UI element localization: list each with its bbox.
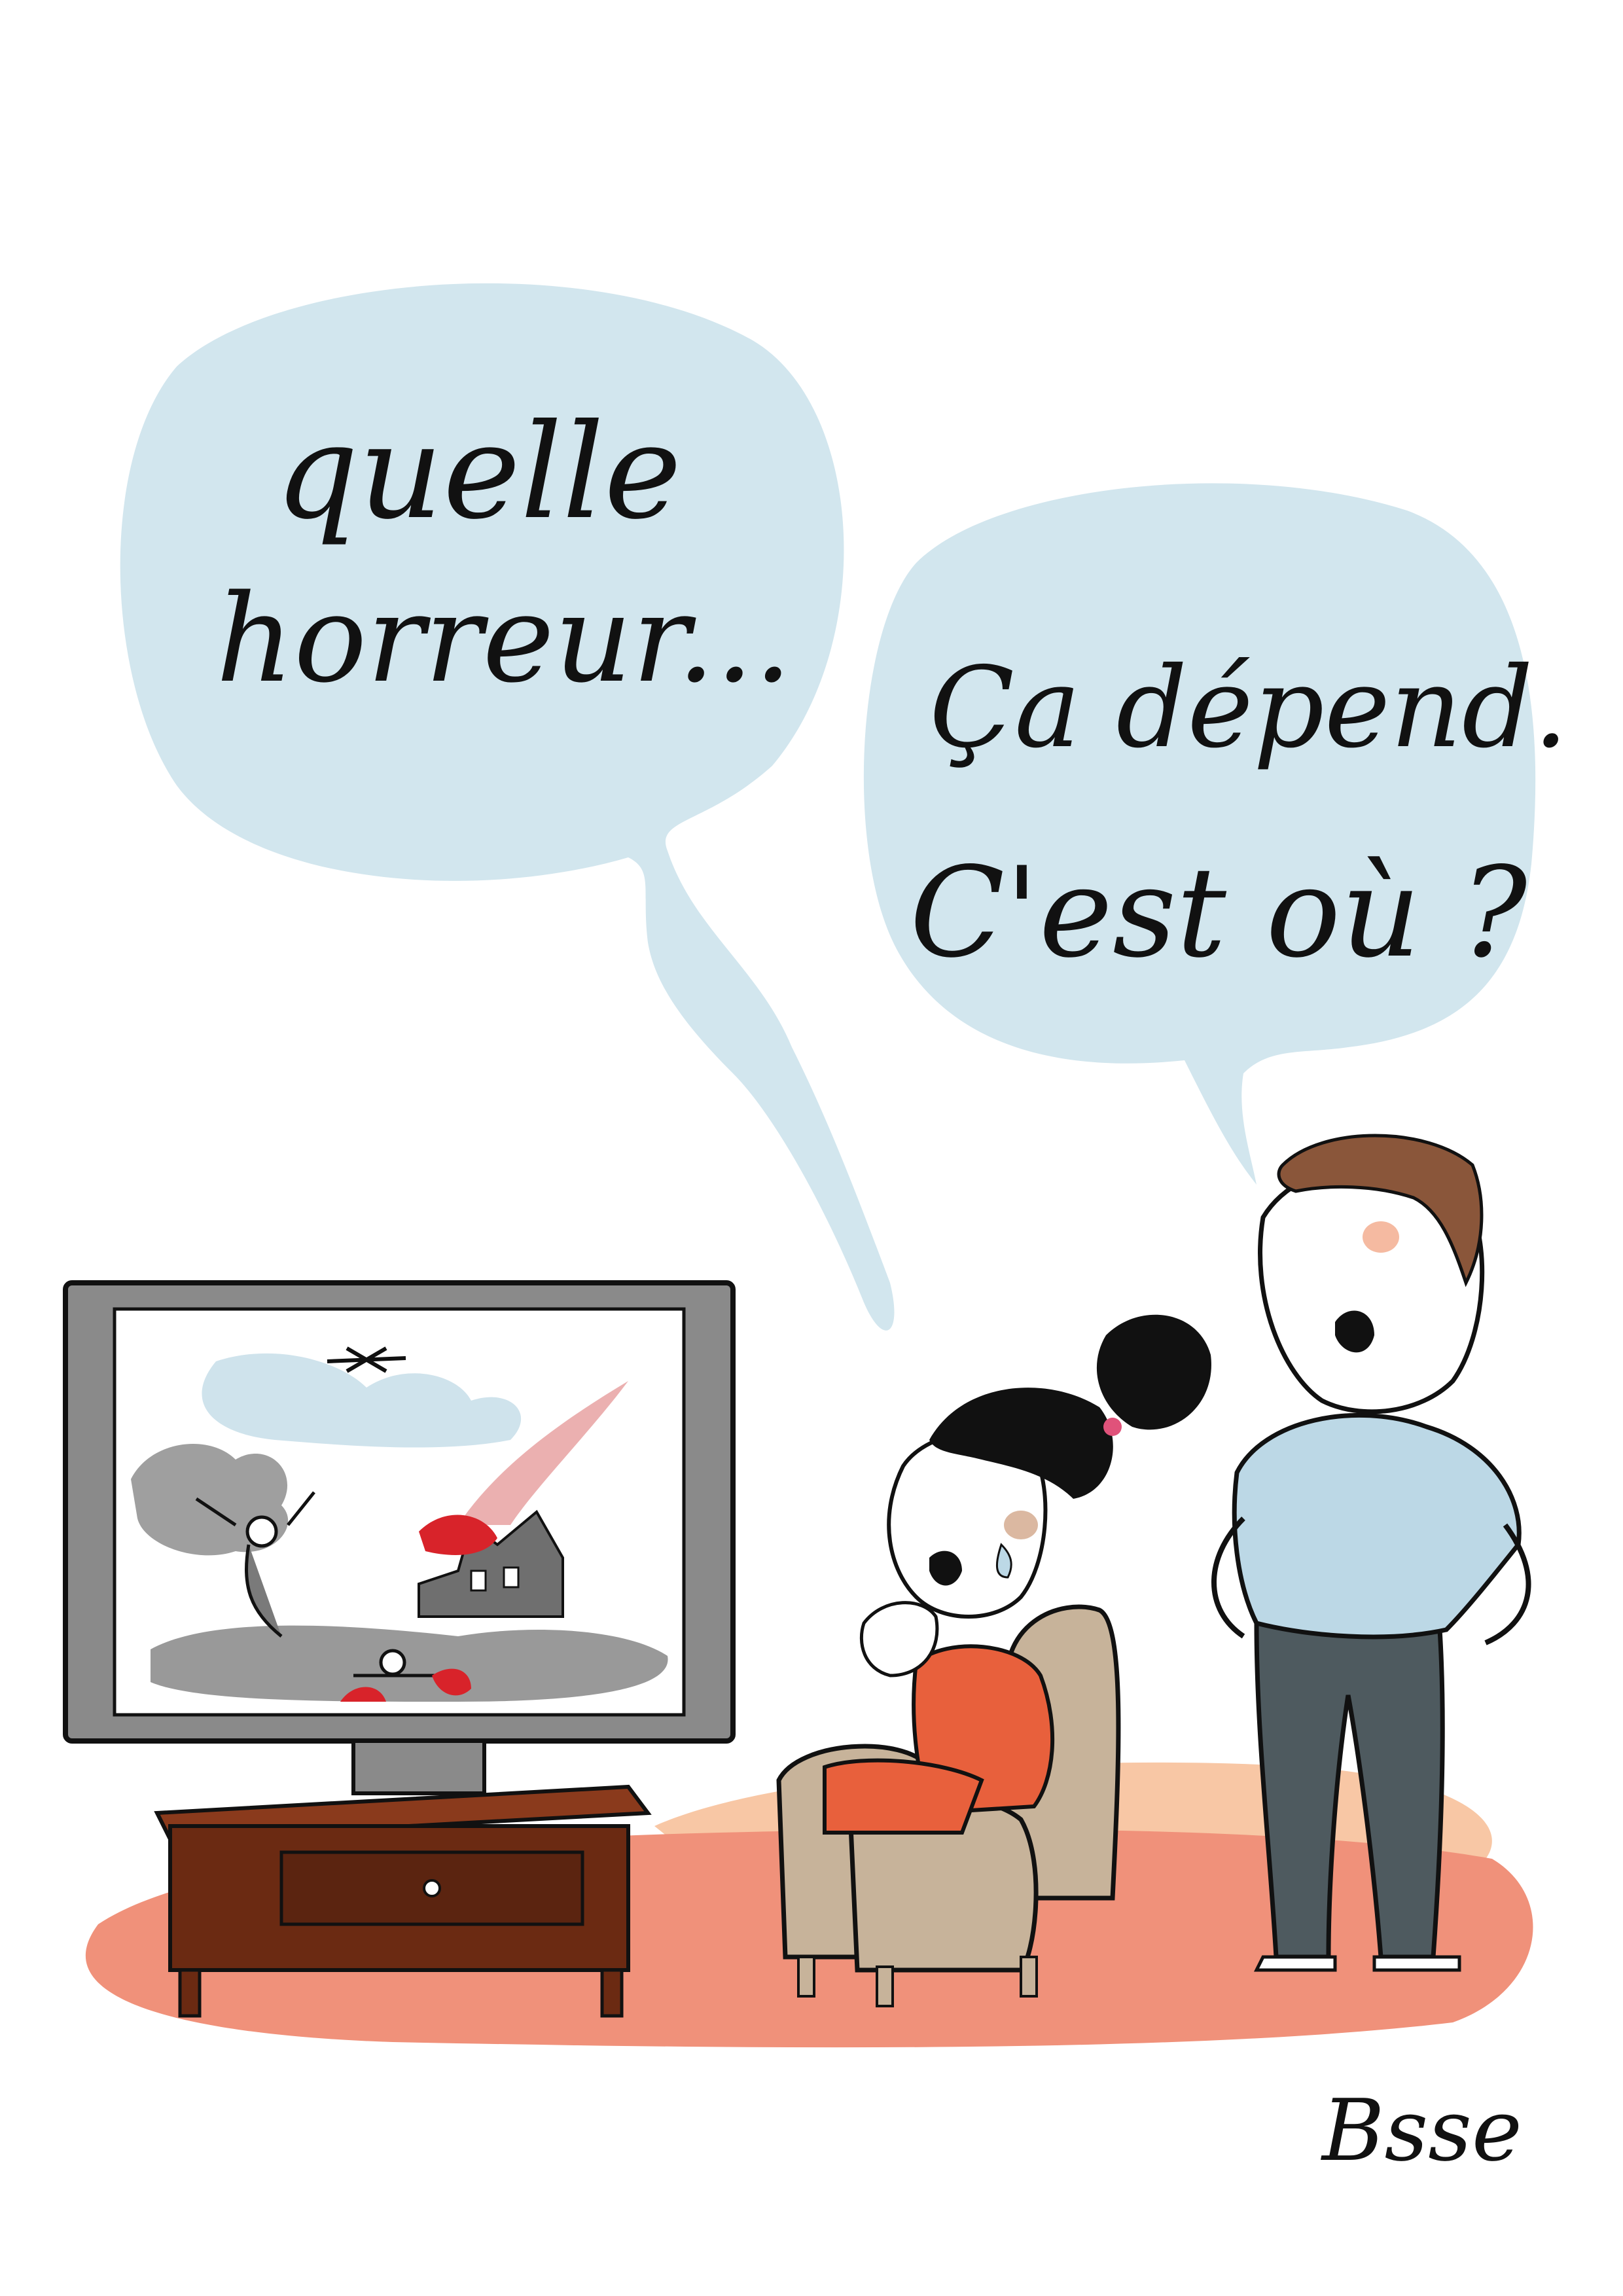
woman-hair-tie (1103, 1418, 1122, 1436)
left-bubble-line1: quelle (275, 396, 681, 548)
right-bubble-line2: C'est où ? (910, 840, 1527, 985)
right-bubble-line1: Ça dépend. (929, 643, 1569, 773)
man-shoe-left (1253, 1955, 1337, 1972)
building-window-2 (503, 1566, 520, 1588)
woman-skirt (823, 1758, 984, 1835)
cabinet-leg-left (178, 1968, 202, 2018)
man-shoe-right (1372, 1955, 1461, 1972)
woman-cheek (1004, 1511, 1038, 1539)
armchair-leg-2 (876, 1965, 894, 2007)
cabinet-leg-right (600, 1968, 624, 2018)
building-window-1 (470, 1570, 487, 1592)
cabinet-knob (423, 1879, 441, 1897)
artist-signature: Bsse (1321, 2081, 1522, 2180)
cartoon-illustration: quelle horreur... Ça dépend. C'est où ? (0, 0, 1623, 2296)
tv-stand (351, 1739, 486, 1795)
armchair-leg-3 (1020, 1956, 1038, 1998)
screen-ground-smoke (151, 1625, 668, 1702)
man-cheek (1363, 1221, 1399, 1253)
armchair-leg-1 (797, 1956, 815, 1998)
television (63, 1280, 736, 1795)
left-bubble-line2: horreur... (216, 568, 793, 709)
